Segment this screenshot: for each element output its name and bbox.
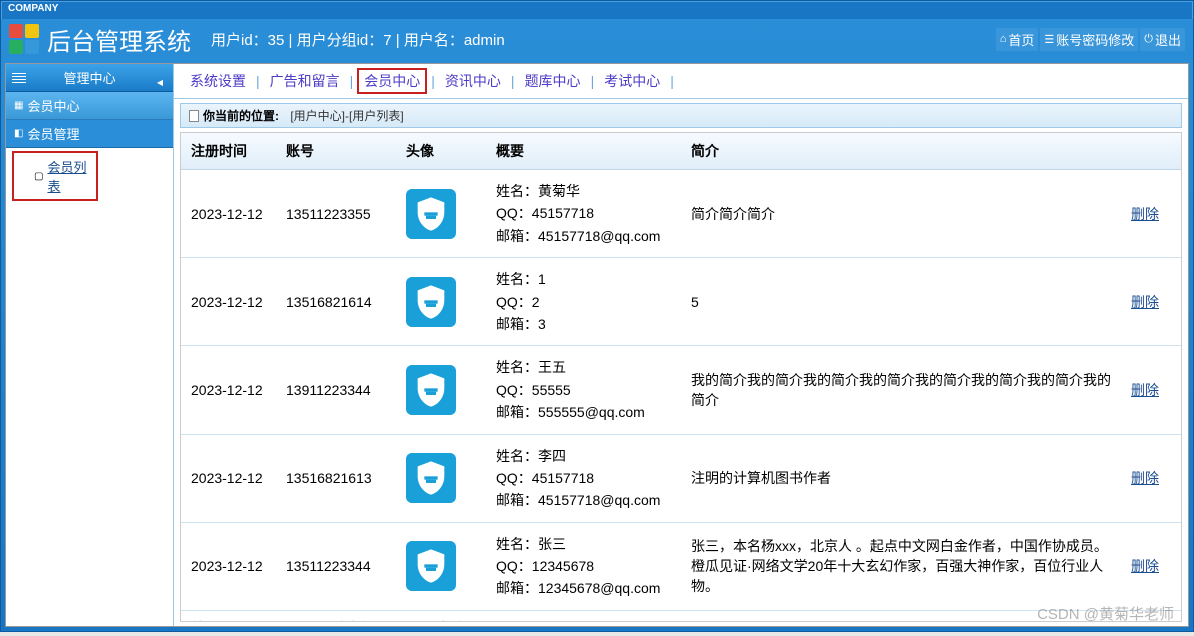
col-intro: 简介: [681, 133, 1121, 170]
cell-action: 删除: [1121, 170, 1181, 258]
table-row: 2023-12-1213516821614 姓名：1QQ：2邮箱：35 删除: [181, 258, 1181, 346]
cell-avatar: [396, 258, 486, 346]
sidebar: 管理中心 ▦会员中心 ◧会员管理 ▢会员列表: [6, 64, 174, 626]
cell-summary: 姓名：黄菊华QQ：45157718邮箱：45157718@qq.com: [486, 170, 681, 258]
breadcrumb-label: 你当前的位置:: [203, 107, 279, 124]
nav-sep: |: [256, 73, 260, 89]
table-row: 2023-12-1213511223355 姓名：黄菊华QQ：45157718邮箱…: [181, 170, 1181, 258]
cell-action: 删除: [1121, 434, 1181, 522]
col-avatar: 头像: [396, 133, 486, 170]
list-icon: ☰: [1044, 33, 1054, 46]
tag-icon: ◧: [14, 128, 23, 139]
page-icon: [189, 110, 199, 122]
sidebar-group-member-mgmt[interactable]: ◧会员管理: [6, 120, 173, 148]
breadcrumb-path: [用户中心]-[用户列表]: [290, 107, 403, 124]
collapse-icon[interactable]: [153, 73, 167, 83]
cell-summary: 姓名：李四QQ：45157718邮箱：45157718@qq.com: [486, 434, 681, 522]
cell-summary: 姓名：王五QQ：55555邮箱：555555@qq.com: [486, 346, 681, 434]
cell-account: 13511223344: [276, 522, 396, 610]
grid-icon: ▦: [14, 100, 23, 111]
cell-avatar: [396, 522, 486, 610]
pager: 首页 上页 下页 尾页 5 条数据 | 总 1 页 | 当前 1 页: [181, 611, 1181, 622]
cell-avatar: [396, 170, 486, 258]
nav-sep: |: [511, 73, 515, 89]
nav-1[interactable]: 广告和留言: [264, 69, 346, 93]
member-table: 注册时间 账号 头像 概要 简介 2023-12-1213511223355姓名…: [181, 133, 1181, 611]
nav-3[interactable]: 资讯中心: [439, 69, 507, 93]
app-logo-icon: [9, 24, 39, 54]
logout-link[interactable]: ⏻退出: [1140, 28, 1185, 51]
cell-avatar: [396, 346, 486, 434]
cell-account: 13911223344: [276, 346, 396, 434]
cell-intro: 张三，本名杨xxx，北京人 。起点中文网白金作者，中国作协成员。橙瓜见证·网络文…: [681, 522, 1121, 610]
pager-prev[interactable]: 上页: [225, 620, 251, 622]
cell-account: 13516821613: [276, 434, 396, 522]
cell-reg-time: 2023-12-12: [181, 170, 276, 258]
nav-2[interactable]: 会员中心: [357, 68, 427, 94]
cell-reg-time: 2023-12-12: [181, 522, 276, 610]
delete-link[interactable]: 删除: [1131, 558, 1159, 574]
pager-info: 5 条数据 | 总 1 页 | 当前 1 页: [326, 620, 491, 622]
cell-reg-time: 2023-12-12: [181, 258, 276, 346]
col-action: [1121, 133, 1181, 170]
css3-shield-icon: [406, 453, 456, 503]
cell-intro: 注明的计算机图书作者: [681, 434, 1121, 522]
breadcrumb: 你当前的位置: [用户中心]-[用户列表]: [180, 103, 1182, 128]
home-link[interactable]: ⌂首页: [996, 28, 1039, 51]
doc-icon: ▢: [34, 171, 43, 182]
nav-0[interactable]: 系统设置: [184, 69, 252, 93]
cell-account: 13511223355: [276, 170, 396, 258]
sidebar-header: 管理中心: [6, 64, 173, 92]
top-nav: 系统设置|广告和留言|会员中心|资讯中心|题库中心|考试中心|: [174, 64, 1188, 99]
cell-action: 删除: [1121, 346, 1181, 434]
cell-summary: 姓名：张三QQ：12345678邮箱：12345678@qq.com: [486, 522, 681, 610]
nav-5[interactable]: 考试中心: [598, 69, 666, 93]
company-badge: COMPANY: [1, 1, 1193, 19]
css3-shield-icon: [406, 277, 456, 327]
cell-intro: 5: [681, 258, 1121, 346]
table-row: 2023-12-1213511223344 姓名：张三QQ：12345678邮箱：…: [181, 522, 1181, 610]
table-row: 2023-12-1213516821613 姓名：李四QQ：45157718邮箱：…: [181, 434, 1181, 522]
cell-summary: 姓名：1QQ：2邮箱：3: [486, 258, 681, 346]
account-link[interactable]: ☰账号密码修改: [1040, 28, 1138, 51]
home-icon: ⌂: [1000, 33, 1007, 45]
cell-intro: 我的简介我的简介我的简介我的简介我的简介我的简介我的简介我的简介: [681, 346, 1121, 434]
delete-link[interactable]: 删除: [1131, 470, 1159, 486]
nav-sep: |: [591, 73, 595, 89]
sidebar-section-members[interactable]: ▦会员中心: [6, 92, 173, 120]
cell-avatar: [396, 434, 486, 522]
power-icon: ⏻: [1144, 33, 1153, 46]
cell-action: 删除: [1121, 522, 1181, 610]
nav-4[interactable]: 题库中心: [519, 69, 587, 93]
pager-next[interactable]: 下页: [258, 620, 284, 622]
cell-account: 13516821614: [276, 258, 396, 346]
nav-sep: |: [350, 73, 354, 89]
css3-shield-icon: [406, 189, 456, 239]
delete-link[interactable]: 删除: [1131, 294, 1159, 310]
pager-last[interactable]: 尾页: [292, 620, 318, 622]
nav-sep: |: [431, 73, 435, 89]
cell-action: 删除: [1121, 258, 1181, 346]
user-info: 用户id：35 | 用户分组id：7 | 用户名：admin: [211, 29, 996, 50]
col-summary: 概要: [486, 133, 681, 170]
delete-link[interactable]: 删除: [1131, 206, 1159, 222]
nav-sep: |: [670, 73, 674, 89]
css3-shield-icon: [406, 365, 456, 415]
col-reg-time: 注册时间: [181, 133, 276, 170]
app-title: 后台管理系统: [47, 22, 191, 57]
css3-shield-icon: [406, 541, 456, 591]
cell-reg-time: 2023-12-12: [181, 346, 276, 434]
col-account: 账号: [276, 133, 396, 170]
cell-reg-time: 2023-12-12: [181, 434, 276, 522]
pager-first[interactable]: 首页: [191, 620, 217, 622]
table-row: 2023-12-1213911223344 姓名：王五QQ：55555邮箱：555…: [181, 346, 1181, 434]
sidebar-item-member-list[interactable]: ▢会员列表: [12, 151, 98, 201]
menu-lines-icon: [12, 73, 26, 83]
cell-intro: 简介简介简介: [681, 170, 1121, 258]
delete-link[interactable]: 删除: [1131, 382, 1159, 398]
